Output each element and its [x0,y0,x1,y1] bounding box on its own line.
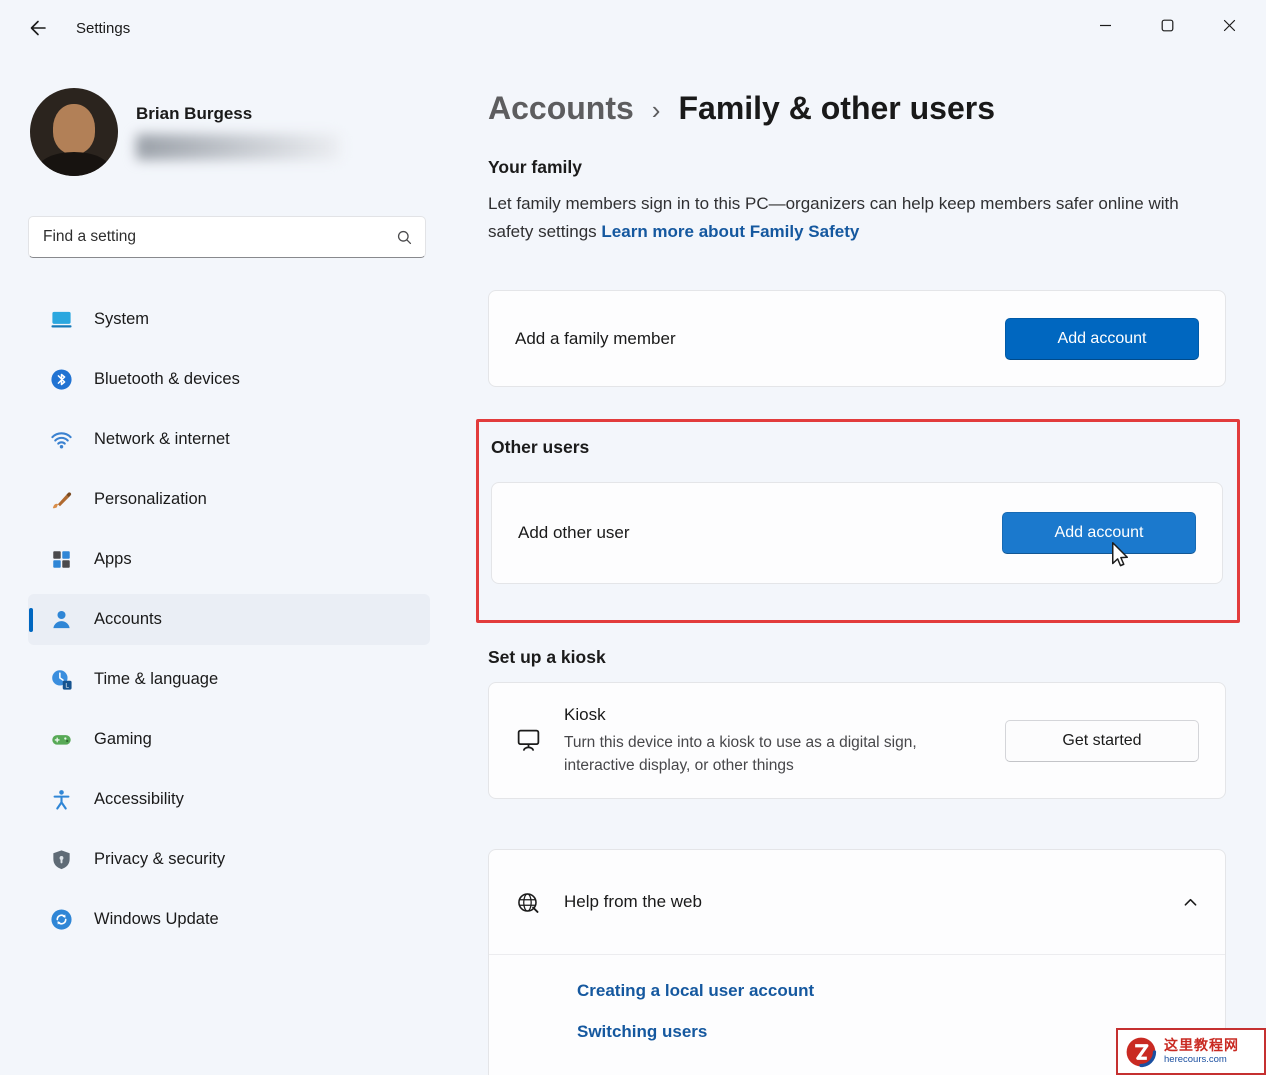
kiosk-text: Kiosk Turn this device into a kiosk to u… [564,705,1005,777]
sidebar-item-label: Privacy & security [94,850,225,869]
window-title: Settings [76,20,130,37]
sidebar-item-network-internet[interactable]: Network & internet [28,414,430,465]
accessibility-icon [50,788,73,811]
your-family-heading: Your family [488,157,1226,178]
sidebar-item-personalization[interactable]: Personalization [28,474,430,525]
help-link-creating-a-local-user-account[interactable]: Creating a local user account [577,981,1225,1001]
personalization-icon [50,488,73,511]
other-users-heading: Other users [491,437,1223,458]
globe-icon [515,889,542,916]
back-arrow-icon [28,18,48,38]
window-controls [1074,2,1260,48]
sidebar-item-label: System [94,310,149,329]
sidebar-item-time-language[interactable]: L Time & language [28,654,430,705]
family-safety-link[interactable]: Learn more about Family Safety [601,222,859,241]
sidebar: Brian Burgess System Bluetooth & devices N… [0,56,460,1075]
maximize-button[interactable] [1136,2,1198,48]
help-from-web-title: Help from the web [564,892,702,912]
sidebar-item-bluetooth-devices[interactable]: Bluetooth & devices [28,354,430,405]
system-icon [50,308,73,331]
sidebar-item-system[interactable]: System [28,294,430,345]
add-other-user-account-button[interactable]: Add account [1002,512,1196,554]
kiosk-card: Kiosk Turn this device into a kiosk to u… [488,682,1226,799]
sidebar-nav: System Bluetooth & devices Network & inter… [0,294,460,945]
minimize-icon [1099,19,1112,32]
bluetooth-icon [50,368,73,391]
breadcrumb-separator-icon: › [652,95,661,126]
watermark-logo-icon [1123,1034,1159,1070]
breadcrumb: Accounts › Family & other users [488,90,1226,127]
sidebar-item-label: Accounts [94,610,162,629]
add-family-member-label: Add a family member [515,329,676,349]
sidebar-item-label: Gaming [94,730,152,749]
network-icon [50,428,73,451]
minimize-button[interactable] [1074,2,1136,48]
sidebar-item-privacy-security[interactable]: Privacy & security [28,834,430,885]
titlebar: Settings [0,0,1266,56]
kiosk-heading: Set up a kiosk [488,647,1226,668]
watermark-text: 这里教程网 herecours.com [1164,1037,1239,1066]
your-family-description: Let family members sign in to this PC—or… [488,190,1226,246]
search-input[interactable] [41,227,396,247]
search-icon [396,229,413,246]
page-title: Family & other users [678,90,995,127]
windows-update-icon [50,908,73,931]
watermark-site-name: 这里教程网 [1164,1037,1239,1053]
add-other-user-card: Add other user Add account [491,482,1223,584]
sidebar-item-accounts[interactable]: Accounts [28,594,430,645]
kiosk-icon [515,727,542,754]
sidebar-item-label: Personalization [94,490,207,509]
kiosk-title: Kiosk [564,705,1005,725]
main-content: Accounts › Family & other users Your fam… [460,56,1266,1075]
sidebar-item-gaming[interactable]: Gaming [28,714,430,765]
sidebar-item-label: Windows Update [94,910,219,929]
kiosk-get-started-button[interactable]: Get started [1005,720,1199,762]
close-button[interactable] [1198,2,1260,48]
highlight-annotation: Other users Add other user Add account [476,419,1240,623]
watermark: 这里教程网 herecours.com [1116,1028,1266,1075]
svg-text:L: L [65,683,69,690]
settings-window: { "window": { "title": "Settings" }, "si… [0,0,1266,1075]
user-email-redacted [136,134,340,160]
add-family-account-button[interactable]: Add account [1005,318,1199,360]
apps-icon [50,548,73,571]
search-box [28,216,426,258]
watermark-site-url: herecours.com [1164,1055,1239,1066]
sidebar-item-label: Accessibility [94,790,184,809]
kiosk-description: Turn this device into a kiosk to use as … [564,731,956,777]
user-avatar[interactable] [30,88,118,176]
back-button[interactable] [20,10,56,46]
privacy-icon [50,848,73,871]
accounts-icon [50,608,73,631]
sidebar-item-label: Time & language [94,670,218,689]
sidebar-item-accessibility[interactable]: Accessibility [28,774,430,825]
gaming-icon [50,728,73,751]
breadcrumb-accounts[interactable]: Accounts [488,90,634,127]
user-name: Brian Burgess [136,104,340,124]
sidebar-item-windows-update[interactable]: Windows Update [28,894,430,945]
user-meta: Brian Burgess [136,104,340,160]
help-from-web-expander[interactable]: Help from the web [489,850,1225,954]
add-family-member-card: Add a family member Add account [488,290,1226,387]
sidebar-item-label: Bluetooth & devices [94,370,240,389]
user-profile: Brian Burgess [30,88,460,176]
close-icon [1223,19,1236,32]
selected-indicator [29,608,33,632]
chevron-up-icon[interactable] [1182,894,1199,911]
time-language-icon: L [50,668,73,691]
sidebar-item-label: Network & internet [94,430,230,449]
sidebar-item-apps[interactable]: Apps [28,534,430,585]
sidebar-item-label: Apps [94,550,132,569]
help-links: Creating a local user accountSwitching u… [489,955,1225,1042]
maximize-icon [1161,19,1174,32]
add-other-user-label: Add other user [518,523,630,543]
